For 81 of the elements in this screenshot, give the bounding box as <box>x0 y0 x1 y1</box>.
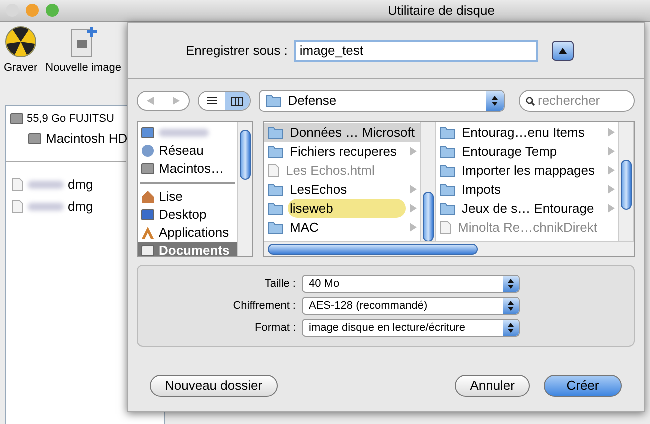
scroll-bar[interactable] <box>618 122 633 241</box>
option-label: Format : <box>254 320 296 336</box>
globe-icon <box>141 144 155 158</box>
disclosure-arrow-icon <box>608 128 615 137</box>
document-icon <box>12 200 24 214</box>
file-item[interactable]: Jeux de s… Entourage <box>436 199 618 218</box>
folder-icon <box>268 220 284 234</box>
search-icon <box>526 96 535 106</box>
radiation-icon <box>4 26 37 58</box>
toolbar-button[interactable]: Nouvelle image <box>44 26 124 76</box>
file-item[interactable]: Fichiers recuperes <box>264 142 420 161</box>
option-popup[interactable]: 40 Mo <box>302 275 520 293</box>
window-title: Utilitaire de disque <box>388 2 495 18</box>
file-item[interactable]: Entourag…enu Items <box>436 123 618 142</box>
folder-icon <box>268 182 284 196</box>
disclosure-arrow-icon <box>608 204 615 213</box>
file-item[interactable]: Données … Microsoft <box>264 123 420 142</box>
search-field[interactable]: rechercher <box>538 91 628 111</box>
push-button[interactable]: Annuler <box>455 375 530 397</box>
file-item[interactable]: Minolta Re…chnikDirekt <box>436 218 618 237</box>
blurred-text <box>28 203 64 211</box>
option-popup[interactable]: AES-128 (recommandé) <box>302 297 520 315</box>
list-view-button[interactable] <box>199 92 225 110</box>
desktop-icon <box>141 208 155 222</box>
disclosure-arrow-icon <box>410 147 417 156</box>
hard-drive-icon <box>141 162 155 176</box>
disclosure-arrow-icon <box>608 147 615 156</box>
file-name-field[interactable]: image_test <box>294 40 538 62</box>
search-box[interactable]: rechercher <box>518 90 635 112</box>
disclosure-arrow-icon <box>410 185 417 194</box>
folder-icon <box>440 182 456 196</box>
scroll-bar[interactable] <box>237 122 252 256</box>
disclosure-arrow-icon <box>608 185 615 194</box>
disclosure-arrow-icon <box>410 204 417 213</box>
popup-stepper-icon <box>503 276 519 292</box>
location-popup[interactable]: Defense <box>259 90 505 112</box>
folder-icon <box>440 144 456 158</box>
file-item[interactable]: MAC <box>264 218 420 237</box>
option-label: Taille : <box>264 276 296 292</box>
file-item[interactable]: LesEchos <box>264 180 420 199</box>
sidebar-item[interactable]: Documents <box>138 242 237 256</box>
popup-stepper-icon <box>503 298 519 314</box>
folder-icon <box>266 94 282 108</box>
disclosure-arrow-icon <box>410 223 417 232</box>
folder-icon <box>268 144 284 158</box>
default-button[interactable]: Créer <box>544 375 622 397</box>
hard-drive-icon <box>28 132 42 146</box>
folder-icon <box>268 202 284 216</box>
expand-button[interactable] <box>552 40 574 60</box>
file-item[interactable]: Entourage Temp <box>436 142 618 161</box>
folder-icon <box>440 126 456 140</box>
horizontal-scroll-bar[interactable] <box>264 241 634 256</box>
list-icon <box>206 97 217 105</box>
blurred-text <box>28 181 64 189</box>
folder-icon <box>268 126 284 140</box>
option-popup[interactable]: image disque en lecture/écriture <box>302 319 520 337</box>
blurred-text <box>159 129 209 137</box>
up-triangle-icon <box>558 48 567 54</box>
file-item[interactable]: Les Echos.html <box>264 161 420 180</box>
popup-stepper-icon <box>503 320 519 336</box>
computer-icon <box>141 126 155 140</box>
save-as-label: Enregistrer sous : <box>186 42 288 60</box>
popup-stepper-icon <box>486 91 504 111</box>
file-item[interactable]: Impots <box>436 180 618 199</box>
scroll-bar[interactable] <box>420 122 435 241</box>
folder-icon <box>440 164 456 178</box>
column-view-button[interactable] <box>224 92 250 110</box>
document-icon <box>268 164 280 178</box>
file-item[interactable]: Importer les mappages <box>436 161 618 180</box>
compass-icon <box>141 226 155 240</box>
columns-icon <box>231 96 244 106</box>
document-icon <box>440 220 452 234</box>
toolbar-button[interactable]: Graver <box>2 26 40 76</box>
option-label: Chiffrement : <box>232 298 296 314</box>
hard-drive-icon <box>10 112 24 126</box>
push-button[interactable]: Nouveau dossier <box>150 375 278 397</box>
house-icon <box>141 190 155 204</box>
folder-icon <box>440 202 456 216</box>
document-icon <box>141 244 155 256</box>
document-icon <box>12 178 24 192</box>
disclosure-arrow-icon <box>608 166 615 175</box>
